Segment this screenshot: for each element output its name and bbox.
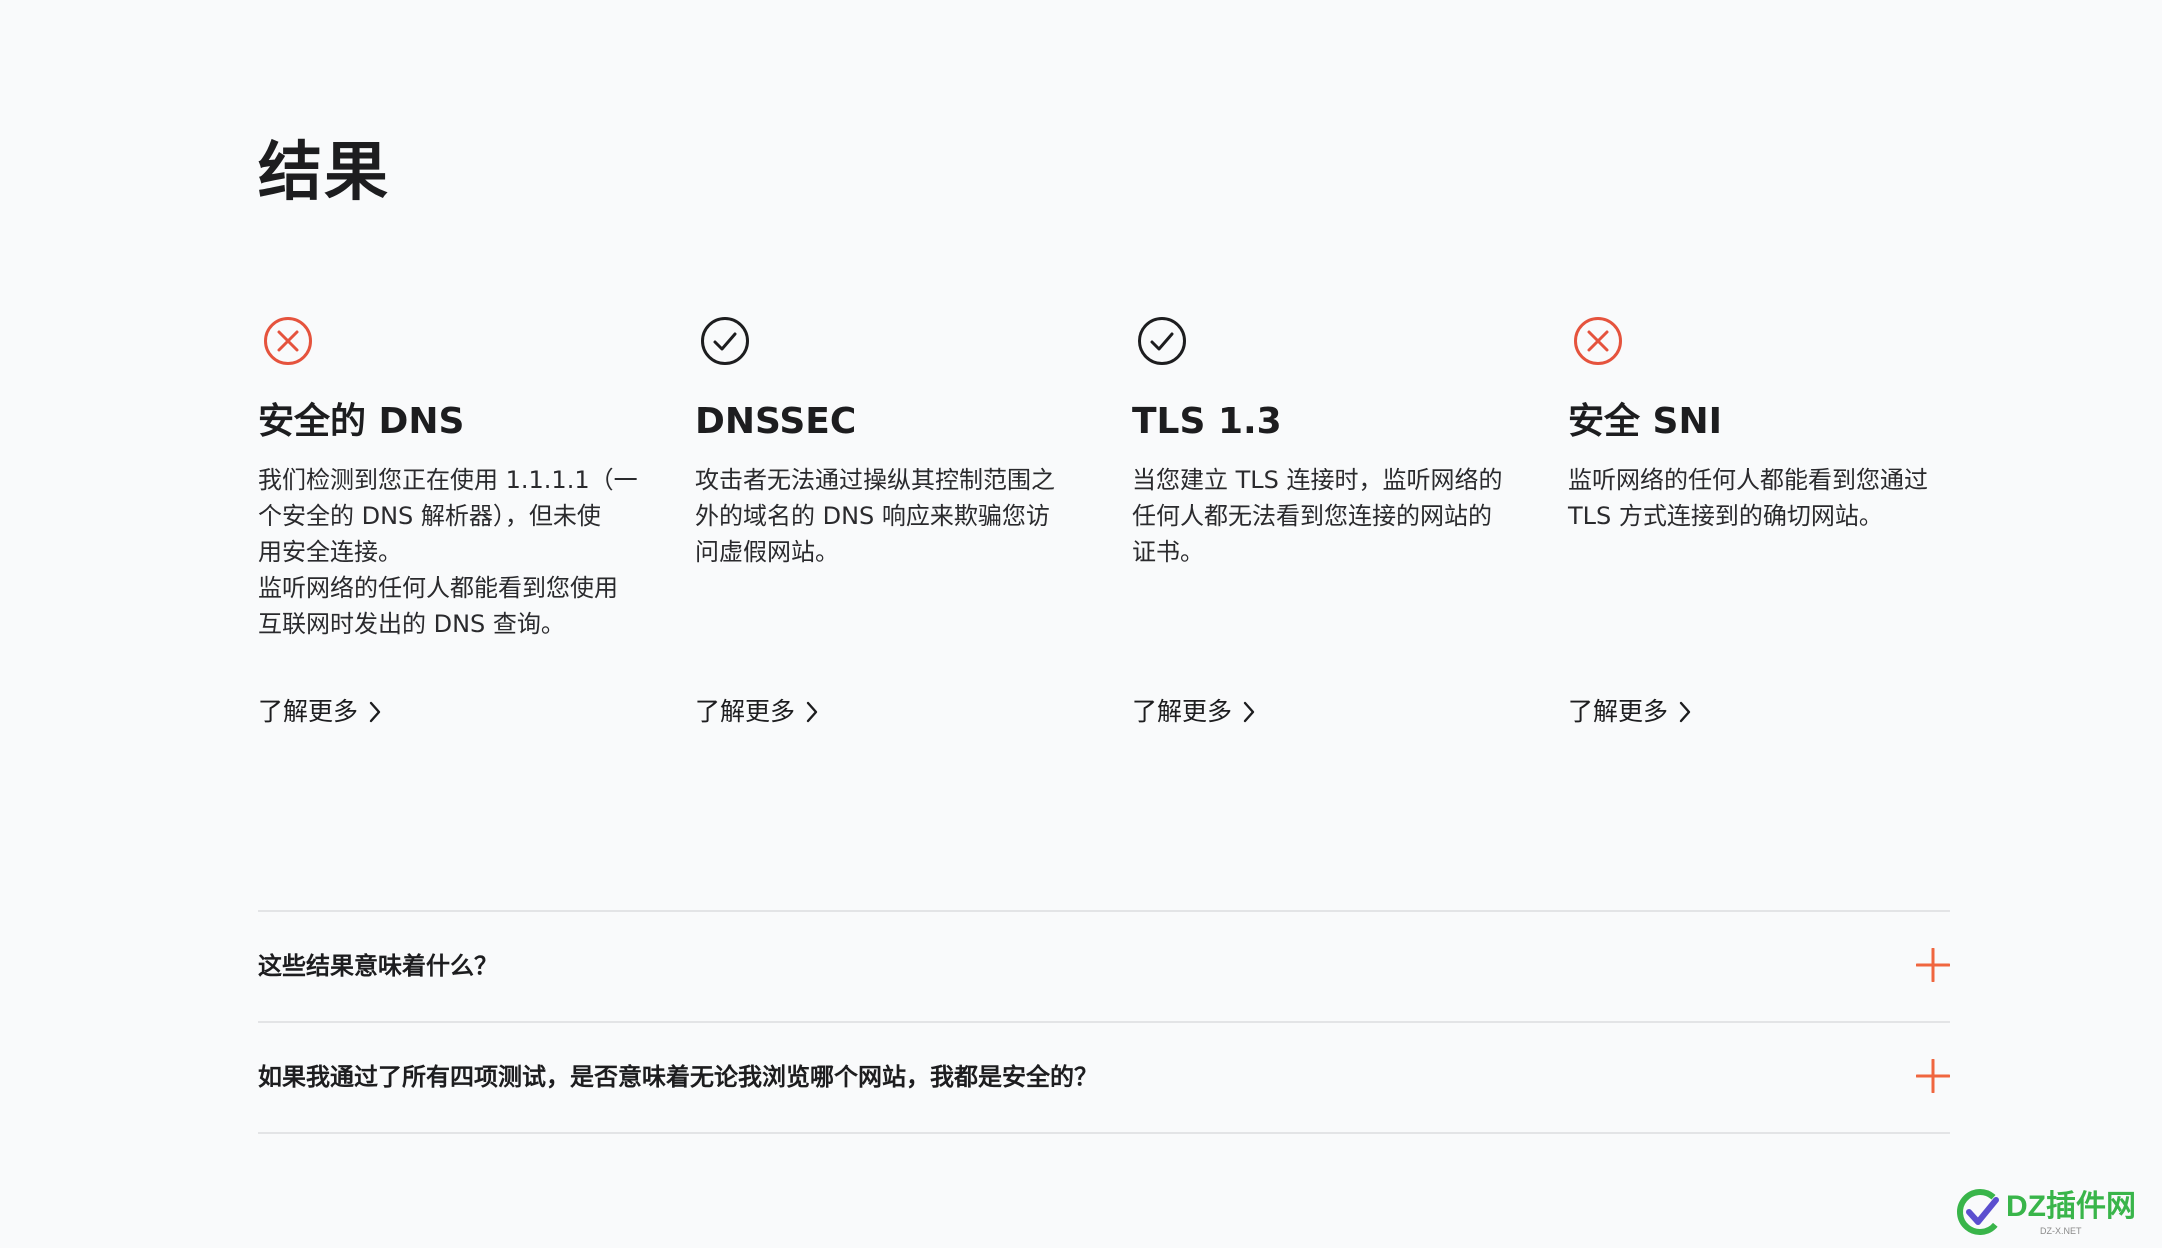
watermark-subtext: DZ-X.NET (2040, 1226, 2082, 1236)
card-description: 我们检测到您正在使用 1.1.1.1（一 个安全的 DNS 解析器），但未使 用… (258, 466, 638, 638)
check-circle-icon (701, 317, 749, 365)
learn-more-link[interactable]: 了解更多 (1132, 694, 1256, 730)
learn-more-label: 了解更多 (695, 697, 796, 726)
page-title: 结果 (258, 136, 390, 210)
learn-more-label: 了解更多 (1132, 697, 1233, 726)
chevron-right-icon (1679, 701, 1691, 723)
card-title: 安全 SNI (1568, 401, 1722, 442)
card-title: 安全的 DNS (258, 401, 465, 442)
learn-more-label: 了解更多 (258, 697, 359, 726)
faq-accordion: 这些结果意味着什么？ 如果我通过了所有四项测试，是否意味着无论我浏览哪个网站，我… (258, 910, 1950, 1134)
result-card-secure-dns: 安全的 DNS 我们检测到您正在使用 1.1.1.1（一 个安全的 DNS 解析… (258, 312, 648, 742)
card-description: 攻击者无法通过操纵其控制范围之 外的域名的 DNS 响应来欺骗您访 问虚假网站。 (695, 466, 1055, 566)
chevron-right-icon (1243, 701, 1255, 723)
plus-icon[interactable] (1916, 948, 1950, 982)
result-card-secure-sni: 安全 SNI 监听网络的任何人都能看到您通过 TLS 方式连接到的确切网站。 了… (1568, 312, 1958, 742)
watermark-text: DZ插件网 (2006, 1190, 2136, 1223)
results-grid: 安全的 DNS 我们检测到您正在使用 1.1.1.1（一 个安全的 DNS 解析… (258, 312, 1950, 742)
learn-more-label: 了解更多 (1568, 697, 1669, 726)
faq-question: 这些结果意味着什么？ (258, 952, 498, 980)
card-title: TLS 1.3 (1132, 401, 1282, 442)
watermark-logo: DZ插件网 DZ-X.NET (1957, 1189, 2136, 1236)
learn-more-link[interactable]: 了解更多 (1568, 694, 1692, 730)
card-description: 监听网络的任何人都能看到您通过 TLS 方式连接到的确切网站。 (1568, 466, 1928, 530)
card-title: DNSSEC (695, 401, 857, 442)
chevron-right-icon (369, 701, 381, 723)
faq-item-results-meaning[interactable]: 这些结果意味着什么？ (258, 910, 1950, 1021)
check-circle-icon (1138, 317, 1186, 365)
result-card-dnssec: DNSSEC 攻击者无法通过操纵其控制范围之 外的域名的 DNS 响应来欺骗您访… (695, 312, 1085, 742)
learn-more-link[interactable]: 了解更多 (258, 694, 382, 730)
x-circle-icon (264, 317, 312, 365)
faq-question: 如果我通过了所有四项测试，是否意味着无论我浏览哪个网站，我都是安全的？ (258, 1063, 1098, 1091)
faq-item-all-tests-passed[interactable]: 如果我通过了所有四项测试，是否意味着无论我浏览哪个网站，我都是安全的？ (258, 1021, 1950, 1134)
card-description: 当您建立 TLS 连接时，监听网络的 任何人都无法看到您连接的网站的 证书。 (1132, 466, 1503, 566)
plus-icon[interactable] (1916, 1059, 1950, 1093)
chevron-right-icon (806, 701, 818, 723)
learn-more-link[interactable]: 了解更多 (695, 694, 819, 730)
result-card-tls13: TLS 1.3 当您建立 TLS 连接时，监听网络的 任何人都无法看到您连接的网… (1132, 312, 1522, 742)
x-circle-icon (1574, 317, 1622, 365)
